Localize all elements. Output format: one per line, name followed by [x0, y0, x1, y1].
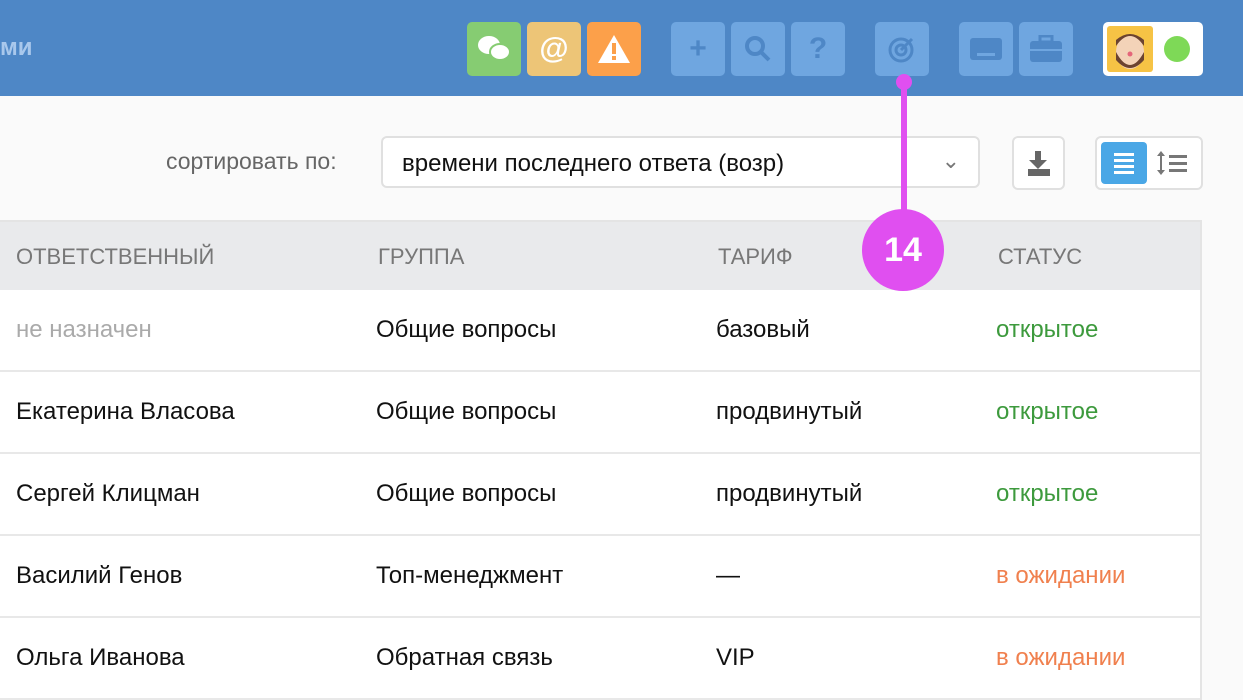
- column-assignee[interactable]: ОТВЕТСТВЕННЫЙ: [16, 244, 214, 270]
- group: Обратная связь: [376, 644, 553, 671]
- annotation-dot: [896, 74, 912, 90]
- group: Общие вопросы: [376, 316, 557, 343]
- table-row[interactable]: Екатерина Власова Общие вопросы продвинуты…: [0, 372, 1200, 454]
- table-header: ОТВЕТСТВЕННЫЙ ГРУППА ТАРИФ СТАТУС: [0, 222, 1200, 290]
- assignee: Сергей Клицман: [16, 480, 200, 507]
- tariff: базовый: [716, 316, 810, 343]
- spacing-view-button[interactable]: [1151, 142, 1197, 184]
- status: открытое: [996, 316, 1099, 343]
- tickets-table: ОТВЕТСТВЕННЫЙ ГРУППА ТАРИФ СТАТУС не наз…: [0, 220, 1202, 700]
- help-button[interactable]: ?: [791, 22, 845, 76]
- tariff: продвинутый: [716, 480, 863, 507]
- target-icon: [888, 37, 914, 63]
- chat-bubbles-icon: [478, 36, 511, 61]
- table-row[interactable]: Василий Генов Топ-менеджмент — в ожидании: [0, 536, 1200, 618]
- table-row[interactable]: Ольга Иванова Обратная связь VIP в ожидании: [0, 618, 1200, 700]
- add-button[interactable]: +: [671, 22, 725, 76]
- group: Общие вопросы: [376, 480, 557, 507]
- top-bar: ми @ + ?: [0, 0, 1243, 96]
- assignee: Василий Генов: [16, 562, 183, 589]
- column-status[interactable]: СТАТУС: [998, 244, 1082, 270]
- sort-select[interactable]: времени последнего ответа (возр) ⌄: [381, 136, 980, 188]
- status: открытое: [996, 480, 1099, 507]
- search-button[interactable]: [731, 22, 785, 76]
- group: Общие вопросы: [376, 398, 557, 425]
- plus-icon: +: [689, 32, 707, 65]
- warning-icon: [598, 35, 630, 63]
- annotation-line: [901, 76, 907, 226]
- view-toggle[interactable]: [1095, 136, 1203, 190]
- online-status-icon: [1164, 36, 1190, 62]
- column-group[interactable]: ГРУППА: [378, 244, 464, 270]
- mentions-button[interactable]: @: [527, 22, 581, 76]
- avatar: [1107, 26, 1153, 72]
- chats-button[interactable]: [467, 22, 521, 76]
- warnings-button[interactable]: [587, 22, 641, 76]
- list-view-button[interactable]: [1101, 142, 1147, 184]
- status: в ожидании: [996, 562, 1126, 589]
- export-button[interactable]: [1012, 136, 1065, 190]
- assignee: не назначен: [16, 316, 152, 343]
- column-tariff[interactable]: ТАРИФ: [718, 244, 793, 270]
- line-spacing-icon: [1157, 151, 1187, 175]
- status: открытое: [996, 398, 1099, 425]
- assignee: Екатерина Власова: [16, 398, 235, 425]
- target-button[interactable]: [875, 22, 929, 76]
- sort-value: времени последнего ответа (возр): [402, 150, 785, 177]
- download-icon: [1028, 151, 1050, 176]
- table-row[interactable]: Сергей Клицман Общие вопросы продвинутый от…: [0, 454, 1200, 536]
- list-icon: [1114, 153, 1134, 174]
- page-title: ми: [0, 34, 33, 61]
- tariff: продвинутый: [716, 398, 863, 425]
- status: в ожидании: [996, 644, 1126, 671]
- chevron-down-icon: ⌄: [941, 148, 960, 173]
- sort-label: сортировать по:: [166, 148, 337, 174]
- keyboard-button[interactable]: [959, 22, 1013, 76]
- table-row[interactable]: не назначен Общие вопросы базовый открытое: [0, 290, 1200, 372]
- group: Топ-менеджмент: [376, 562, 564, 589]
- question-icon: ?: [808, 32, 828, 65]
- search-icon: [745, 36, 771, 62]
- briefcase-icon: [1030, 35, 1062, 62]
- at-icon: @: [539, 32, 569, 65]
- tariff: —: [716, 562, 740, 589]
- annotation-badge: 14: [862, 209, 944, 291]
- assignee: Ольга Иванова: [16, 644, 185, 671]
- user-menu[interactable]: [1103, 22, 1203, 76]
- tariff: VIP: [716, 644, 755, 671]
- keyboard-icon: [970, 38, 1002, 60]
- briefcase-button[interactable]: [1019, 22, 1073, 76]
